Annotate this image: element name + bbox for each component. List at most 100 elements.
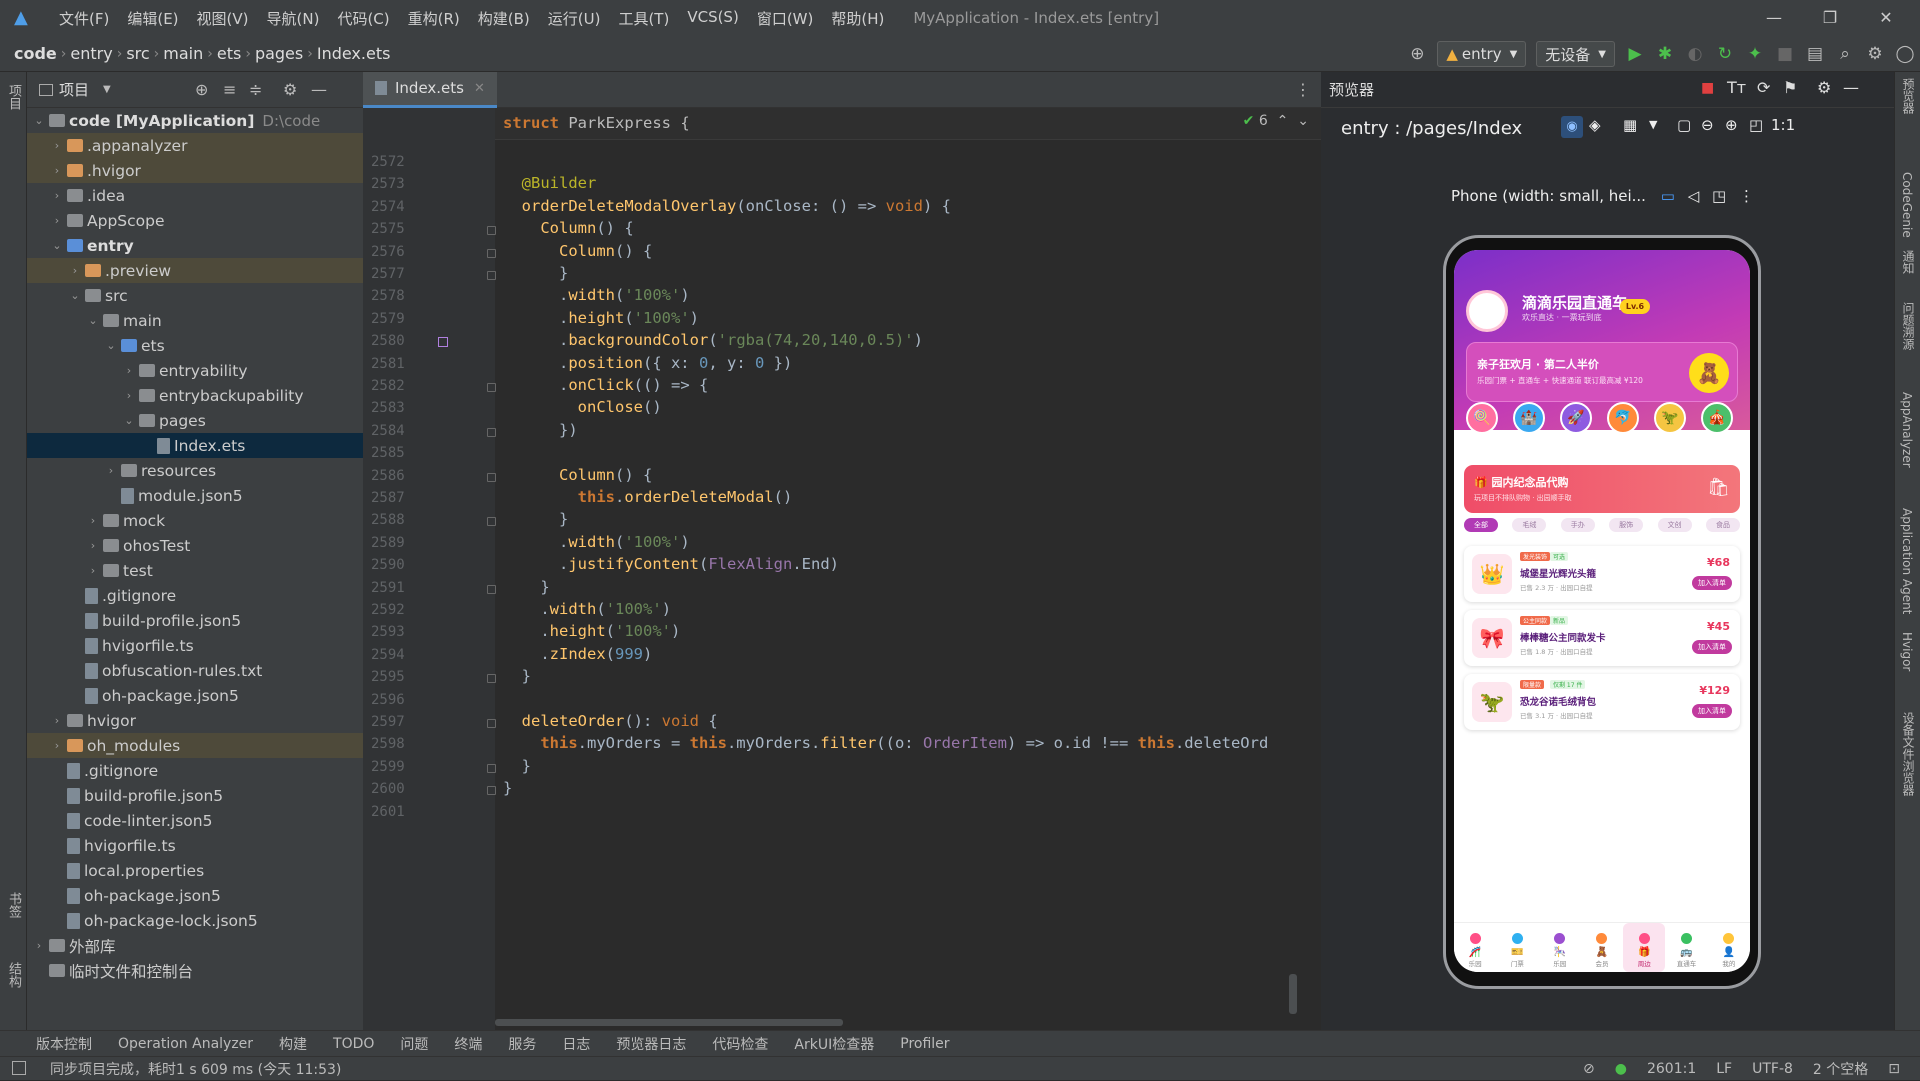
add-to-list-button[interactable]: 加入清单 <box>1692 576 1732 590</box>
breadcrumb-item[interactable]: code <box>10 44 61 63</box>
hide-icon[interactable]: — <box>311 72 327 108</box>
add-to-list-button[interactable]: 加入清单 <box>1692 704 1732 718</box>
right-tool-tab[interactable]: 通知 <box>1900 250 1917 274</box>
profile-icon[interactable]: ✦ <box>1740 36 1770 72</box>
tree-item[interactable]: build-profile.json5 <box>27 783 363 808</box>
tree-item[interactable]: Index.ets <box>27 433 363 458</box>
tree-item[interactable]: › .hvigor <box>27 158 363 183</box>
tree-item[interactable]: ⌄ ets <box>27 333 363 358</box>
line-separator[interactable]: LF <box>1716 1061 1732 1077</box>
tree-item[interactable]: › 外部库 <box>27 933 363 958</box>
app-tab[interactable]: 🧸 会员 <box>1581 923 1623 972</box>
bottom-tool-tab[interactable]: 预览器日志 <box>616 1034 686 1054</box>
chevron-down-icon[interactable]: ⌄ <box>67 289 83 302</box>
settings-icon[interactable]: ⚙ <box>1860 36 1890 72</box>
category-item[interactable]: 🦖 恐龙谷 <box>1650 402 1690 446</box>
chevron-right-icon[interactable]: › <box>49 739 65 752</box>
tree-item[interactable]: ⌄ src <box>27 283 363 308</box>
tree-item[interactable]: › .preview <box>27 258 363 283</box>
device-name[interactable]: Phone (width: small, hei... <box>1451 187 1646 205</box>
vertical-scrollbar[interactable] <box>1289 974 1297 1014</box>
chevron-down-icon[interactable]: ⌄ <box>121 414 137 427</box>
chevron-right-icon[interactable]: › <box>85 539 101 552</box>
more-icon[interactable]: ⋮ <box>1295 80 1311 99</box>
chevron-right-icon[interactable]: › <box>121 389 137 402</box>
horizontal-scrollbar[interactable] <box>495 1019 843 1026</box>
tree-item[interactable]: › hvigor <box>27 708 363 733</box>
caret-position[interactable]: 2601:1 <box>1647 1061 1696 1077</box>
more-icon[interactable]: ⋮ <box>1739 187 1754 205</box>
menu-item[interactable]: 视图(V) <box>188 8 258 29</box>
layers-icon[interactable]: ◈ <box>1589 116 1601 134</box>
layout-icon[interactable] <box>12 1061 26 1075</box>
tree-item[interactable]: obfuscation-rules.txt <box>27 658 363 683</box>
target-icon[interactable]: ⊕ <box>1402 36 1432 72</box>
structure-tool-tab[interactable]: 结构 <box>4 962 23 988</box>
module-select[interactable]: ▲ entry ▼ <box>1437 41 1527 67</box>
bottom-tool-tab[interactable]: 构建 <box>279 1034 307 1054</box>
category-item[interactable]: 🍭 糖果王国 <box>1462 402 1502 446</box>
filter-chip[interactable]: 毛绒 <box>1512 518 1547 532</box>
chevron-right-icon[interactable]: › <box>67 264 83 277</box>
breadcrumb-item[interactable]: main <box>159 44 207 63</box>
gear-icon[interactable]: ⚙ <box>1817 78 1831 97</box>
debug-icon[interactable]: ✱ <box>1650 36 1680 72</box>
product-card[interactable]: 🦖 限量款 仅剩 17 件恐龙谷诺毛绒背包 已售 3.1 万 · 出园口自提 ¥129 加… <box>1464 674 1740 730</box>
hide-icon[interactable]: — <box>1843 78 1859 97</box>
add-to-list-button[interactable]: 加入清单 <box>1692 640 1732 654</box>
bottom-tool-tab[interactable]: 代码检查 <box>712 1034 768 1054</box>
menu-item[interactable]: 代码(C) <box>328 8 398 29</box>
rotate-icon[interactable]: ◁ <box>1688 187 1700 205</box>
indent-setting[interactable]: 2 个空格 <box>1813 1059 1868 1079</box>
bottom-tool-tab[interactable]: 服务 <box>508 1034 536 1054</box>
bottom-tool-tab[interactable]: Profiler <box>900 1036 949 1052</box>
product-card[interactable]: 👑 发光装饰 可选 城堡星光辉光头箍 已售 2.3 万 · 出园口自提 ¥68 加入清单 <box>1464 546 1740 602</box>
breadcrumb-item[interactable]: ets <box>213 44 245 63</box>
menu-item[interactable]: 重构(R) <box>399 8 469 29</box>
account-icon[interactable]: ◯ <box>1890 36 1920 72</box>
right-tool-tab[interactable]: AppAnalyzer <box>1900 392 1914 468</box>
app-tab[interactable]: 🎠 乐园 <box>1539 923 1581 972</box>
right-tool-tab[interactable]: Application Agent <box>1900 508 1914 614</box>
chevron-down-icon[interactable]: ⌄ <box>31 114 47 127</box>
file-encoding[interactable]: UTF-8 <box>1752 1061 1793 1077</box>
chevron-down-icon[interactable]: ⌄ <box>49 239 65 252</box>
right-tool-tab[interactable]: 设备文件浏览器 <box>1900 712 1917 796</box>
filter-chip[interactable]: 全部 <box>1464 518 1498 532</box>
app-tab[interactable]: 👤 我的 <box>1708 923 1750 972</box>
filter-chip[interactable]: 手办 <box>1560 518 1595 532</box>
filter-chip[interactable]: 服饰 <box>1609 518 1644 532</box>
tree-item[interactable]: .gitignore <box>27 758 363 783</box>
app-tab[interactable]: 🎢 乐园 <box>1454 923 1496 972</box>
bookmarks-tool-tab[interactable]: 书签 <box>4 892 23 918</box>
product-card[interactable]: 🎀 公主同款 新品 棒棒糖公主同款发卡 已售 1.8 万 · 出园口自提 ¥45 加入清单 <box>1464 610 1740 666</box>
one-to-one-icon[interactable]: 1:1 <box>1771 116 1795 134</box>
status-message[interactable]: 同步项目完成，耗时1 s 609 ms (今天 11:53) <box>50 1059 341 1079</box>
chevron-right-icon[interactable]: › <box>85 564 101 577</box>
fold-icon[interactable]: ◳ <box>1712 187 1726 205</box>
menu-item[interactable]: 文件(F) <box>50 8 118 29</box>
chevron-down-icon[interactable]: ⌄ <box>103 339 119 352</box>
category-item[interactable]: 🐬 海洋世界 <box>1603 402 1643 446</box>
right-tool-tab[interactable]: 预览器 <box>1900 78 1917 114</box>
breadcrumb-item[interactable]: pages <box>251 44 307 63</box>
bottom-tool-tab[interactable]: TODO <box>333 1036 374 1052</box>
menu-item[interactable]: 编辑(E) <box>118 8 187 29</box>
chevron-right-icon[interactable]: › <box>49 714 65 727</box>
tree-item[interactable]: › .idea <box>27 183 363 208</box>
expand-all-icon[interactable]: ≡ <box>223 72 236 108</box>
app-tab[interactable]: 🚌 直通车 <box>1665 923 1707 972</box>
bottom-tool-tab[interactable]: 终端 <box>454 1034 482 1054</box>
souvenir-banner[interactable]: 🎁 园内纪念品代购 玩项目不排队购物 · 出园顺手取 🛍 <box>1464 465 1740 513</box>
tree-item[interactable]: build-profile.json5 <box>27 608 363 633</box>
project-panel-title[interactable]: 项目 <box>59 79 89 100</box>
project-tool-tab[interactable]: 项目 <box>4 84 23 110</box>
chevron-right-icon[interactable]: › <box>85 514 101 527</box>
breadcrumb-item[interactable]: Index.ets <box>313 44 395 63</box>
tree-item[interactable]: › entryability <box>27 358 363 383</box>
tree-item[interactable]: › .appanalyzer <box>27 133 363 158</box>
font-size-icon[interactable]: Tт <box>1727 78 1746 97</box>
app-tab[interactable]: 🎫 门票 <box>1496 923 1538 972</box>
tree-item[interactable]: code-linter.json5 <box>27 808 363 833</box>
menu-item[interactable]: 工具(T) <box>609 8 678 29</box>
